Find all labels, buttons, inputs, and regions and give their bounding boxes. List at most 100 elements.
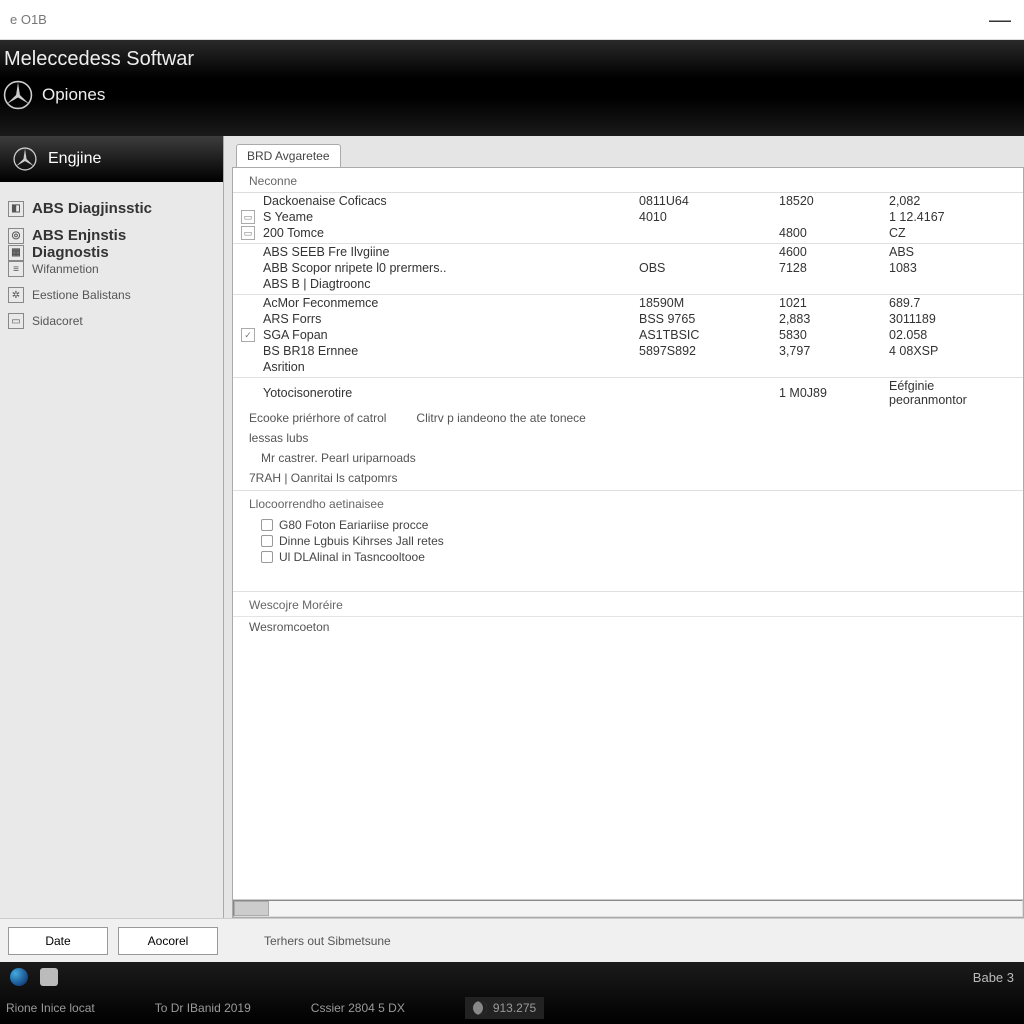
moon-icon bbox=[473, 1001, 487, 1015]
note-row: Ecooke priérhore of catrol Clitrv p iand… bbox=[233, 408, 1023, 428]
table-row[interactable]: ABS B | Diagtroonc bbox=[233, 276, 1023, 292]
bullet-icon bbox=[261, 551, 273, 563]
app-header: Meleccedess Softwar Opiones bbox=[0, 40, 1024, 136]
list-item[interactable]: Ul DLAlinal in Tasncooltooe bbox=[261, 549, 1023, 565]
brand-star-icon bbox=[12, 146, 38, 172]
globe-icon[interactable] bbox=[10, 968, 28, 986]
sidebar-item-label: Eestione Balistans bbox=[32, 288, 131, 302]
sidebar-item-label: Diagnostis bbox=[32, 244, 109, 261]
group-header: Wescojre Moréire bbox=[233, 592, 1023, 617]
horizontal-scrollbar[interactable] bbox=[233, 899, 1023, 917]
row-val: 4800 bbox=[779, 226, 889, 240]
window-title-fragment: e O1B bbox=[10, 12, 47, 27]
accept-button[interactable]: Aocorel bbox=[118, 927, 218, 955]
sidebar-item-eestione[interactable]: ✲ Eestione Balistans bbox=[8, 287, 215, 303]
row-val: 4 08XSP bbox=[889, 344, 1009, 358]
window-titlebar: e O1B — bbox=[0, 0, 1024, 40]
sidebar-item-sidacoret[interactable]: ▭ Sidacoret bbox=[8, 313, 215, 329]
check-icon: ✓ bbox=[241, 328, 255, 342]
tab-bar: BRD Avgaretee bbox=[232, 144, 1024, 167]
tool-icon[interactable] bbox=[40, 968, 58, 986]
row-val: 1021 bbox=[779, 296, 889, 310]
tab-brd[interactable]: BRD Avgaretee bbox=[236, 144, 341, 167]
menu-options[interactable]: Opiones bbox=[42, 85, 105, 105]
table-row[interactable]: Dackoenaise Coficacs 0811U64 18520 2,082 bbox=[233, 193, 1023, 209]
sidebar-item-wifa[interactable]: ≡ Wifanmetion bbox=[8, 261, 215, 277]
row-val: 2,082 bbox=[889, 194, 1009, 208]
row-name: Dackoenaise Coficacs bbox=[263, 194, 639, 208]
sidebar-item-engine[interactable]: Engjine bbox=[0, 136, 223, 182]
row-val: 4010 bbox=[639, 210, 779, 224]
row-val: ABS bbox=[889, 245, 1009, 259]
row-name: BS BR18 Ernnee bbox=[263, 344, 639, 358]
row-val: 689.7 bbox=[889, 296, 1009, 310]
row-name: SGA Fopan bbox=[263, 328, 639, 342]
sidebar-item-label: Wifanmetion bbox=[32, 262, 99, 276]
row-val: 3,797 bbox=[779, 344, 889, 358]
footer-right-label: Babe 3 bbox=[973, 970, 1014, 985]
grid-icon: ▦ bbox=[8, 245, 24, 261]
main-area: Engjine ◧ ABS Diagjinsstic ◎ ABS Enjnsti… bbox=[0, 136, 1024, 918]
row-name: ABS B | Diagtroonc bbox=[263, 277, 639, 291]
sidebar-item-diagnostis[interactable]: ▦ Diagnostis bbox=[8, 244, 215, 261]
row-val: OBS bbox=[639, 261, 779, 275]
app-title: Meleccedess Softwar bbox=[0, 48, 1024, 71]
doc-icon: ▭ bbox=[241, 226, 255, 240]
row-val: 3011189 bbox=[889, 312, 1009, 326]
table-row[interactable]: Yotocisonerotire 1 M0J89 Eéfginie peoran… bbox=[233, 378, 1023, 408]
date-button[interactable]: Date bbox=[8, 927, 108, 955]
table-row[interactable]: Asrition bbox=[233, 359, 1023, 375]
content-area: BRD Avgaretee Neconne Dackoenaise Cofica… bbox=[224, 136, 1024, 918]
sidebar-item-label: ABS Diagjinsstic bbox=[32, 200, 152, 217]
window-min-icon[interactable]: — bbox=[989, 7, 1014, 33]
row-val: 02.058 bbox=[889, 328, 1009, 342]
row-val: 1 12.4167 bbox=[889, 210, 1009, 224]
footer-info-3: Cssier 2804 5 DX bbox=[311, 1001, 405, 1015]
sidebar-item-abs-diag[interactable]: ◧ ABS Diagjinsstic bbox=[8, 200, 215, 217]
row-val: 5830 bbox=[779, 328, 889, 342]
row-val: 1 M0J89 bbox=[779, 386, 889, 400]
row-val: 18590M bbox=[639, 296, 779, 310]
status-text: Terhers out Sibmetsune bbox=[264, 934, 391, 948]
row-val: CZ bbox=[889, 226, 1009, 240]
brand-star-icon bbox=[2, 79, 34, 111]
list-item[interactable]: Dinne Lgbuis Kihrses Jall retes bbox=[261, 533, 1023, 549]
group-header: Llocoorrendho aetinaisee bbox=[233, 491, 1023, 515]
table-row[interactable]: ARS Forrs BSS 9765 2,883 3011189 bbox=[233, 311, 1023, 327]
sidebar: Engjine ◧ ABS Diagjinsstic ◎ ABS Enjnsti… bbox=[0, 136, 224, 918]
row-val: 4600 bbox=[779, 245, 889, 259]
table-row[interactable]: BS BR18 Ernnee 5897S892 3,797 4 08XSP bbox=[233, 343, 1023, 359]
footer-pill: 913.275 bbox=[465, 997, 544, 1019]
group-header: Neconne bbox=[233, 168, 1023, 193]
footer-info-1: Rione Inice locat bbox=[6, 1001, 95, 1015]
row-val: AS1TBSIC bbox=[639, 328, 779, 342]
table-row[interactable]: ABB Scopor nripete l0 prermers.. OBS 712… bbox=[233, 260, 1023, 276]
module-icon: ◧ bbox=[8, 201, 24, 217]
row-name: S Yeame bbox=[263, 210, 639, 224]
row-name: AcMor Feconmemce bbox=[263, 296, 639, 310]
main-panel: Neconne Dackoenaise Coficacs 0811U64 185… bbox=[232, 167, 1024, 918]
row-name: Asrition bbox=[263, 360, 639, 374]
row-name: Yotocisonerotire bbox=[263, 386, 639, 400]
row-val: 18520 bbox=[779, 194, 889, 208]
table-row[interactable]: ABS SEEB Fre Ilvgiine 4600 ABS bbox=[233, 244, 1023, 260]
bullet-icon bbox=[261, 535, 273, 547]
module-icon: ◎ bbox=[8, 228, 24, 244]
row-val: 5897S892 bbox=[639, 344, 779, 358]
table-row[interactable]: AcMor Feconmemce 18590M 1021 689.7 bbox=[233, 295, 1023, 311]
table-row[interactable]: ▭ 200 Tomce 4800 CZ bbox=[233, 225, 1023, 241]
row-val: 1083 bbox=[889, 261, 1009, 275]
table-row[interactable]: ▭ S Yeame 4010 1 12.4167 bbox=[233, 209, 1023, 225]
row-val: 2,883 bbox=[779, 312, 889, 326]
doc-icon: ▭ bbox=[241, 210, 255, 224]
note-row: Wesromcoeton bbox=[233, 617, 1023, 637]
scroll-thumb[interactable] bbox=[234, 901, 269, 916]
sidebar-active-label: Engjine bbox=[48, 150, 101, 168]
row-val: 0811U64 bbox=[639, 194, 779, 208]
row-name: ABB Scopor nripete l0 prermers.. bbox=[263, 261, 639, 275]
list-item[interactable]: G80 Foton Eariariise procce bbox=[261, 517, 1023, 533]
table-row[interactable]: ✓ SGA Fopan AS1TBSIC 5830 02.058 bbox=[233, 327, 1023, 343]
info-icon: ≡ bbox=[8, 261, 24, 277]
row-val: 7128 bbox=[779, 261, 889, 275]
sidebar-item-abs-enj[interactable]: ◎ ABS Enjnstis bbox=[8, 227, 215, 244]
